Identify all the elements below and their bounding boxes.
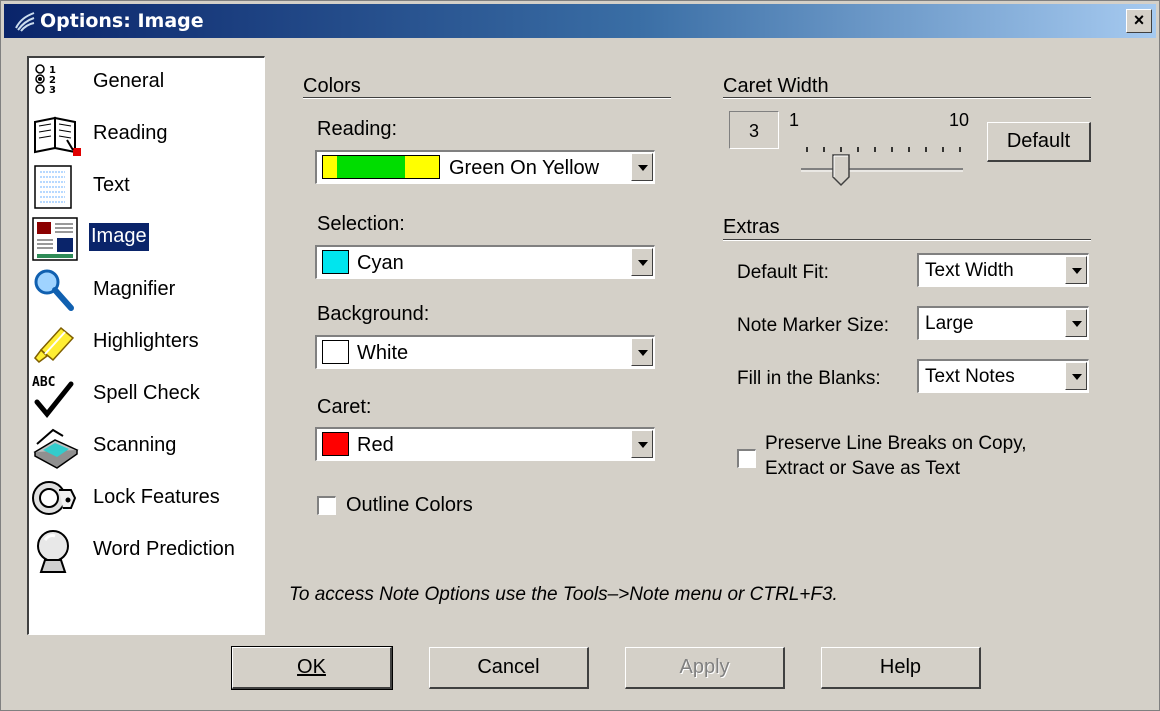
note-marker-size-dropdown-arrow[interactable] (1065, 309, 1087, 337)
selection-color-label: Selection: (317, 213, 405, 235)
radio-list-icon: 1 2 3 (35, 64, 56, 96)
category-list[interactable]: 1 2 3 General Reading Text Image Magnifi… (27, 56, 265, 635)
help-button[interactable]: Help (821, 647, 981, 689)
caret-width-max-label: 10 (949, 110, 970, 130)
selection-color-swatch (322, 250, 349, 274)
nav-item-lock-features[interactable]: Lock Features (29, 474, 264, 524)
lock-icon (32, 481, 77, 515)
nav-item-scanning[interactable]: Scanning (29, 422, 264, 472)
nav-label-reading: Reading (93, 122, 168, 144)
note-marker-size-select[interactable]: Large (917, 306, 1089, 340)
preserve-line-breaks-checkbox[interactable] (737, 449, 756, 468)
colors-group-title: Colors (303, 75, 361, 97)
caret-color-swatch (322, 432, 349, 456)
fill-in-blanks-value: Text Notes (925, 366, 1015, 387)
caret-width-slider-thumb (832, 154, 850, 187)
selection-color-value: Cyan (357, 252, 404, 274)
nav-label-spellcheck: Spell Check (93, 382, 200, 404)
book-icon (34, 116, 81, 156)
apply-button[interactable]: Apply (625, 647, 785, 689)
note-options-hint: To access Note Options use the Tools–>No… (289, 584, 838, 605)
nav-item-highlighters[interactable]: Highlighters (29, 318, 264, 368)
reading-color-swatch (322, 155, 440, 179)
extras-divider (723, 239, 1091, 241)
selection-color-select[interactable]: Cyan (315, 245, 655, 279)
reading-color-dropdown-arrow[interactable] (631, 153, 653, 181)
ok-button[interactable]: OK (231, 646, 393, 690)
background-color-dropdown-arrow[interactable] (631, 338, 653, 366)
ok-button-label: OK (297, 656, 326, 678)
default-fit-label: Default Fit: (737, 262, 829, 283)
caret-color-label: Caret: (317, 396, 372, 418)
nav-item-word-prediction[interactable]: Word Prediction (29, 526, 264, 576)
apply-button-label: Apply (679, 656, 730, 678)
caret-width-value: 3 (729, 111, 779, 149)
close-button[interactable]: × (1126, 9, 1152, 33)
background-color-value: White (357, 342, 409, 364)
outline-colors-label: Outline Colors (346, 494, 473, 516)
background-color-swatch (322, 340, 349, 364)
fill-in-blanks-select[interactable]: Text Notes (917, 359, 1089, 393)
svg-text:ABC: ABC (32, 375, 55, 390)
svg-text:3: 3 (49, 85, 56, 96)
nav-label-image: Image (89, 223, 149, 251)
options-dialog: Options: Image × 1 2 3 General Reading T… (0, 0, 1160, 711)
selection-color-dropdown-arrow[interactable] (631, 248, 653, 276)
fill-in-blanks-dropdown-arrow[interactable] (1065, 362, 1087, 390)
nav-item-general[interactable]: 1 2 3 General (29, 58, 264, 108)
app-icon (15, 12, 35, 32)
caret-color-value: Red (357, 434, 394, 456)
default-button-label: Default (1006, 130, 1071, 152)
nav-label-text: Text (93, 174, 130, 196)
crystal-ball-icon (37, 530, 69, 573)
preserve-line-breaks-label-line2: Extract or Save as Text (765, 458, 961, 479)
default-fit-select[interactable]: Text Width (917, 253, 1089, 287)
caret-width-group-title: Caret Width (723, 75, 829, 97)
nav-item-spellcheck[interactable]: ABC Spell Check (29, 370, 264, 420)
preserve-line-breaks-label-line1: Preserve Line Breaks on Copy, (765, 433, 1027, 454)
caret-width-slider[interactable] (799, 139, 969, 189)
note-marker-size-label: Note Marker Size: (737, 315, 890, 336)
nav-label-scanning: Scanning (93, 434, 177, 456)
outline-colors-checkbox[interactable] (317, 496, 336, 515)
cancel-button[interactable]: Cancel (429, 647, 589, 689)
default-fit-dropdown-arrow[interactable] (1065, 256, 1087, 284)
fill-in-blanks-label: Fill in the Blanks: (737, 368, 881, 389)
title-bar[interactable]: Options: Image × (4, 4, 1156, 38)
default-fit-value: Text Width (925, 260, 1014, 281)
colors-divider (303, 97, 671, 99)
background-color-label: Background: (317, 303, 430, 325)
nav-label-highlighters: Highlighters (93, 330, 199, 352)
nav-label-lock-features: Lock Features (93, 486, 220, 508)
caret-width-divider (723, 97, 1091, 99)
window-title: Options: Image (40, 10, 204, 32)
image-icon (32, 217, 78, 261)
background-color-select[interactable]: White (315, 335, 655, 369)
note-marker-size-value: Large (925, 313, 974, 334)
spellcheck-icon: ABC (32, 375, 74, 418)
nav-item-text[interactable]: Text (29, 162, 264, 212)
reading-color-select[interactable]: Green On Yellow (315, 150, 655, 184)
nav-item-image[interactable]: Image (29, 214, 264, 264)
caret-width-min-label: 1 (789, 110, 800, 130)
default-caret-width-button[interactable]: Default (987, 122, 1091, 162)
nav-item-magnifier[interactable]: Magnifier (29, 266, 264, 316)
nav-label-magnifier: Magnifier (93, 278, 176, 300)
reading-color-value: Green On Yellow (449, 157, 600, 179)
nav-item-reading[interactable]: Reading (29, 110, 264, 160)
reading-color-label: Reading: (317, 118, 398, 140)
scanner-icon (33, 428, 79, 469)
nav-label-general: General (93, 70, 165, 92)
extras-group-title: Extras (723, 216, 780, 238)
nav-label-word-prediction: Word Prediction (93, 538, 235, 560)
caret-color-dropdown-arrow[interactable] (631, 430, 653, 458)
help-button-label: Help (879, 656, 922, 678)
text-page-icon (34, 165, 72, 209)
cancel-button-label: Cancel (477, 656, 540, 678)
highlighter-icon (34, 326, 75, 363)
magnifier-icon (34, 269, 74, 311)
caret-color-select[interactable]: Red (315, 427, 655, 461)
